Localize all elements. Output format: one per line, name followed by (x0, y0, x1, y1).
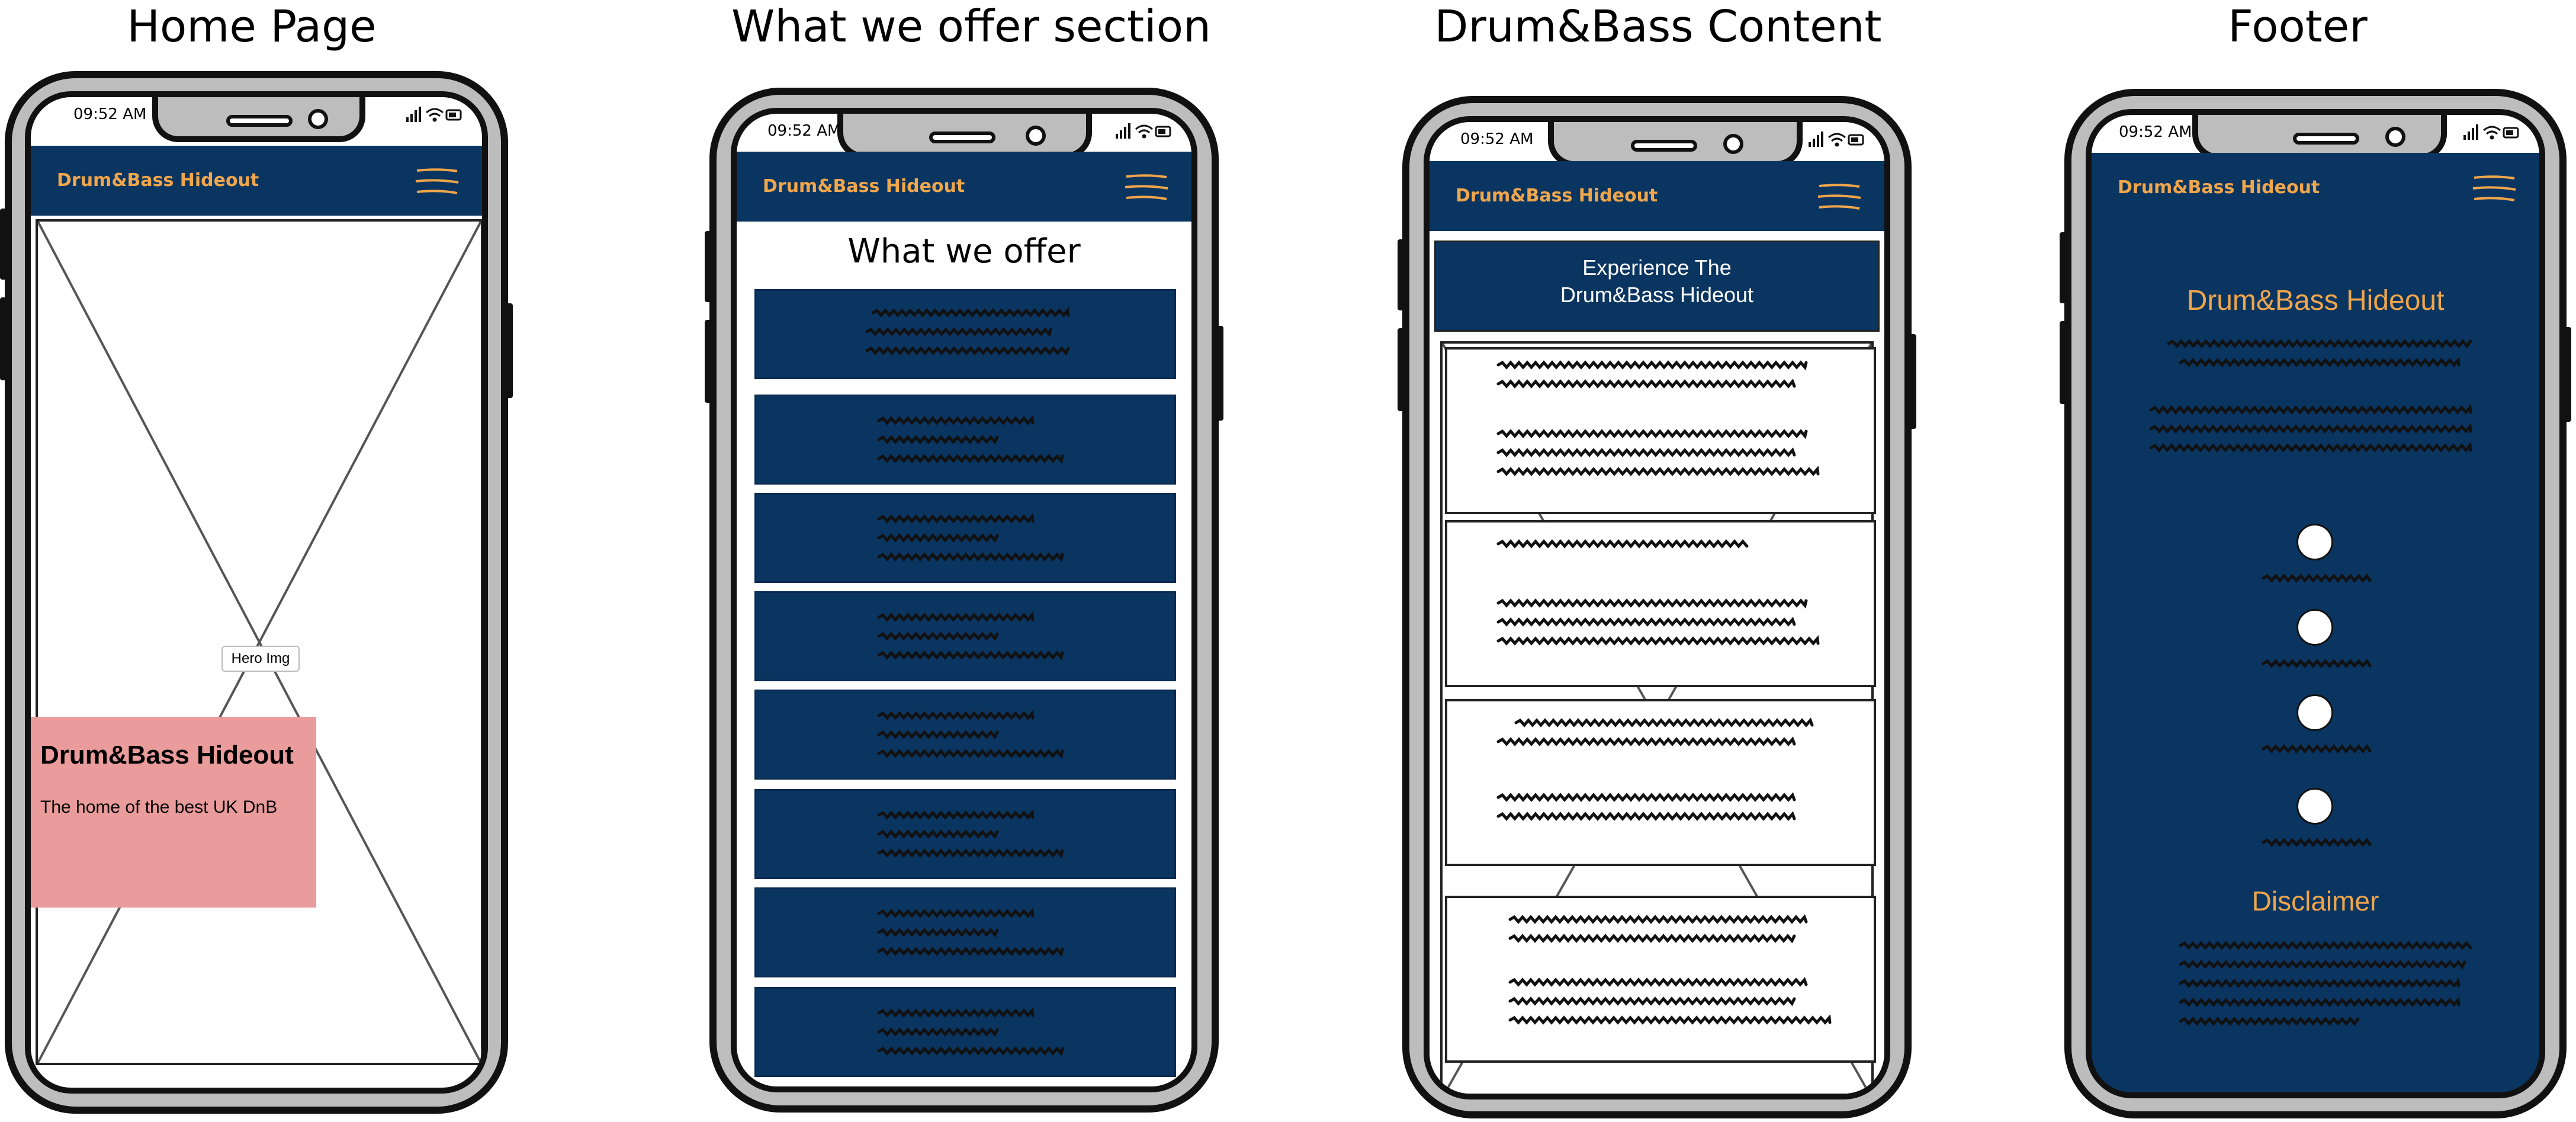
content-block (1445, 699, 1876, 866)
social-icon[interactable] (2296, 788, 2333, 825)
offer-card[interactable] (754, 690, 1176, 780)
status-time: 09:52 AM (1460, 130, 1534, 148)
brand-logo[interactable]: Drum&Bass Hideout (2118, 153, 2320, 223)
content-block (1445, 520, 1876, 687)
navbar: Drum&Bass Hideout (2092, 153, 2539, 223)
banner-line-2: Drum&Bass Hideout (1560, 283, 1754, 307)
hero-title: Drum&Bass Hideout (40, 740, 294, 770)
hero-text-box: Drum&Bass Hideout The home of the best U… (31, 717, 316, 908)
screen-home: 09:52 AM Drum&Bass Hideout Hero Img Drum… (25, 91, 488, 1094)
phone-home: 09:52 AM Drum&Bass Hideout Hero Img Drum… (0, 71, 513, 1114)
hero-subtitle: The home of the best UK DnB (40, 797, 278, 817)
screen-content: 09:52 AM Drum&Bass Hideout Experience Th… (1424, 116, 1890, 1099)
speaker-icon (1631, 140, 1697, 152)
wifi-icon (426, 108, 444, 122)
section-title-home: Home Page (127, 1, 377, 52)
phone-footer: 09:52 AM Drum&Bass Hideout Drum&Bass Hid… (2060, 89, 2571, 1118)
hero-image-placeholder: Hero Img (36, 219, 482, 1065)
offer-card[interactable] (754, 987, 1176, 1077)
wifi-icon (1828, 133, 1846, 147)
camera-icon (1723, 134, 1743, 154)
signal-icon (1116, 123, 1130, 139)
status-time: 09:52 AM (767, 122, 841, 140)
offer-card[interactable] (754, 289, 1176, 379)
offer-card[interactable] (754, 493, 1176, 583)
hamburger-menu-icon[interactable] (2472, 174, 2517, 204)
footer-title: Drum&Bass Hideout (2186, 285, 2445, 316)
brand-logo[interactable]: Drum&Bass Hideout (763, 152, 965, 222)
content-block (1445, 896, 1876, 1063)
social-icon[interactable] (2296, 524, 2333, 560)
offer-card[interactable] (754, 789, 1176, 879)
speaker-icon (226, 115, 293, 127)
offer-card[interactable] (754, 887, 1176, 977)
wifi-icon (2483, 126, 2501, 140)
status-icons (406, 107, 462, 122)
phone-offer: 09:52 AM Drum&Bass Hideout What we offer (705, 88, 1223, 1113)
content-block (1445, 347, 1876, 514)
offer-card[interactable] (754, 591, 1176, 681)
social-icon[interactable] (2296, 609, 2333, 646)
hero-img-label: Hero Img (221, 646, 300, 672)
navbar: Drum&Bass Hideout (737, 152, 1191, 222)
navbar: Drum&Bass Hideout (31, 146, 482, 216)
navbar: Drum&Bass Hideout (1430, 161, 1884, 231)
battery-icon (1155, 126, 1171, 137)
battery-icon (1848, 134, 1864, 146)
screen-offer: 09:52 AM Drum&Bass Hideout What we offer (731, 108, 1197, 1092)
screen-footer: 09:52 AM Drum&Bass Hideout Drum&Bass Hid… (2086, 109, 2545, 1098)
section-title-footer: Footer (2228, 1, 2368, 52)
battery-icon (2503, 127, 2519, 139)
phone-content: 09:52 AM Drum&Bass Hideout Experience Th… (1398, 96, 1916, 1118)
hamburger-menu-icon[interactable] (415, 167, 460, 197)
signal-icon (2463, 124, 2478, 140)
camera-icon (308, 109, 328, 129)
status-icons (2463, 124, 2519, 140)
camera-icon (1026, 126, 1046, 146)
disclaimer-heading: Disclaimer (2251, 886, 2379, 916)
section-title-content: Drum&Bass Content (1434, 1, 1882, 52)
hamburger-menu-icon[interactable] (1124, 173, 1169, 203)
status-icons (1116, 123, 1171, 139)
speaker-icon (2293, 133, 2359, 145)
social-icon[interactable] (2296, 694, 2333, 731)
status-time: 09:52 AM (73, 105, 147, 123)
banner-line-1: Experience The (1582, 255, 1732, 280)
content-banner: Experience The Drum&Bass Hideout (1434, 241, 1880, 332)
wifi-icon (1135, 124, 1153, 139)
speaker-icon (929, 132, 995, 143)
section-title-offer: What we offer section (731, 1, 1211, 52)
camera-icon (2385, 127, 2405, 147)
signal-icon (406, 107, 421, 122)
status-time: 09:52 AM (2119, 123, 2192, 141)
hamburger-menu-icon[interactable] (1817, 182, 1862, 212)
offer-heading: What we offer (847, 232, 1081, 271)
battery-icon (445, 109, 462, 121)
offer-card[interactable] (754, 395, 1176, 485)
brand-logo[interactable]: Drum&Bass Hideout (1456, 161, 1658, 231)
signal-icon (1809, 132, 1823, 147)
status-icons (1809, 132, 1864, 147)
brand-logo[interactable]: Drum&Bass Hideout (57, 146, 259, 216)
